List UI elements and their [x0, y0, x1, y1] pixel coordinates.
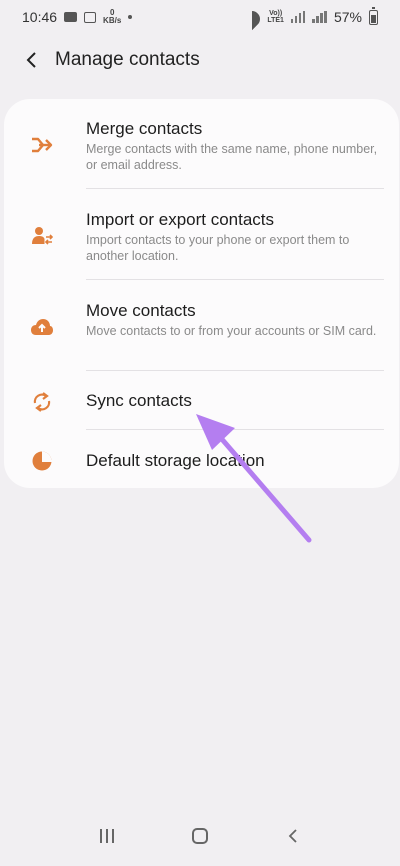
move-contacts-text: Move contacts Move contacts to or from y… [86, 300, 379, 339]
signal-icon [290, 11, 306, 23]
list-item-move-contacts[interactable]: Move contacts Move contacts to or from y… [4, 300, 399, 370]
header: Manage contacts [0, 38, 400, 82]
status-left: 10:46 0 KB/s [22, 9, 133, 25]
list-item-import-export[interactable]: Import or export contacts Import contact… [4, 209, 399, 279]
divider [86, 429, 384, 430]
list-item-title: Merge contacts [86, 119, 203, 138]
list-item-default-storage[interactable]: Default storage location [4, 449, 399, 489]
list-item-title: Sync contacts [86, 391, 192, 410]
recents-icon [99, 829, 114, 843]
divider [86, 188, 384, 189]
signal-icon-2 [312, 11, 327, 23]
back-arrow-icon [289, 829, 297, 843]
divider [86, 279, 384, 280]
sync-icon [30, 390, 54, 414]
list-item-title: Default storage location [86, 451, 265, 470]
status-bar: 10:46 0 KB/s Vo)) LTE1 57% [0, 0, 400, 34]
status-right: Vo)) LTE1 57% [244, 6, 378, 25]
merge-contacts-text: Merge contacts Merge contacts with the s… [86, 118, 379, 173]
volte-indicator: Vo)) LTE1 [267, 10, 284, 24]
recents-button[interactable] [92, 821, 122, 851]
default-storage-text: Default storage location [86, 450, 379, 472]
volte-line2: LTE1 [267, 17, 284, 24]
cloud-upload-icon [30, 315, 54, 339]
notification-dot-icon [128, 15, 133, 19]
network-speed-unit: KB/s [103, 16, 122, 25]
list-item-subtitle: Move contacts to or from your accounts o… [86, 324, 377, 338]
message-icon [64, 12, 78, 22]
home-icon [191, 828, 208, 844]
chevron-left-icon [26, 52, 36, 68]
navigation-bar [0, 806, 400, 866]
back-nav-button[interactable] [278, 821, 308, 851]
wifi-icon [244, 11, 260, 23]
back-button[interactable] [20, 48, 44, 72]
battery-icon [369, 6, 378, 25]
list-item-subtitle: Import contacts to your phone or export … [86, 233, 350, 263]
list-item-title: Import or export contacts [86, 210, 275, 229]
import-export-icon [30, 224, 54, 248]
options-card: Merge contacts Merge contacts with the s… [4, 99, 399, 488]
list-item-subtitle: Merge contacts with the same name, phone… [86, 142, 378, 172]
merge-icon [30, 133, 54, 157]
volte-line1: Vo)) [269, 10, 283, 17]
divider [86, 370, 384, 371]
network-speed: 0 KB/s [103, 9, 121, 25]
sync-contacts-text: Sync contacts [86, 390, 379, 412]
list-item-merge-contacts[interactable]: Merge contacts Merge contacts with the s… [4, 118, 399, 188]
battery-percent: 57% [333, 9, 362, 25]
list-item-sync-contacts[interactable]: Sync contacts [4, 389, 399, 429]
home-button[interactable] [185, 821, 215, 851]
import-export-text: Import or export contacts Import contact… [86, 209, 379, 264]
pie-chart-icon [30, 449, 54, 473]
list-item-title: Move contacts [86, 301, 196, 320]
page-title: Manage contacts [55, 49, 200, 70]
status-time: 10:46 [22, 9, 58, 25]
image-icon [84, 11, 97, 23]
